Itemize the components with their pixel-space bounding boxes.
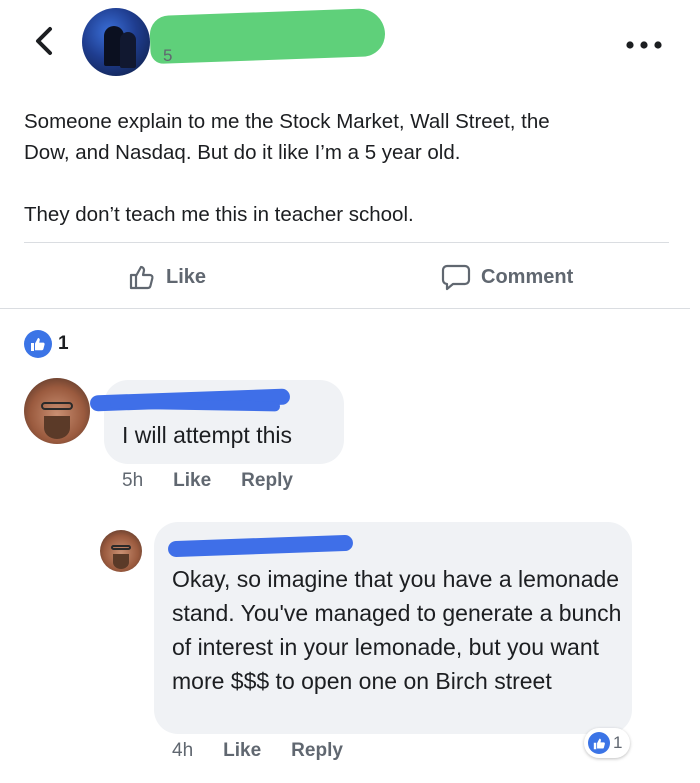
comment-reply-button[interactable]: Reply xyxy=(291,740,343,762)
comment-text: Okay, so imagine that you have a lemonad… xyxy=(172,566,622,694)
post-meta: 5 xyxy=(163,46,173,65)
more-options-button[interactable] xyxy=(626,36,662,49)
comment-like-button[interactable]: Like xyxy=(223,740,261,762)
comment-like-button[interactable]: Like xyxy=(173,470,211,492)
comment-meta: 4h Like Reply xyxy=(172,740,343,762)
comment-label: Comment xyxy=(481,265,574,288)
commenter-avatar[interactable] xyxy=(24,378,90,444)
thumbs-up-icon xyxy=(129,265,154,290)
comment-bubble-icon xyxy=(441,264,471,291)
chevron-left-icon xyxy=(36,27,52,55)
like-button[interactable]: Like xyxy=(128,260,206,294)
reaction-summary[interactable]: 1 xyxy=(24,330,69,358)
commenter-avatar[interactable] xyxy=(100,530,142,572)
more-dots-icon xyxy=(626,41,662,49)
comment-reply-button[interactable]: Reply xyxy=(241,470,293,492)
like-reaction-icon xyxy=(588,732,610,754)
comment-reaction-badge[interactable]: 1 xyxy=(584,728,631,758)
comment-meta: 5h Like Reply xyxy=(122,470,293,492)
divider xyxy=(24,242,669,243)
like-reaction-icon xyxy=(24,330,52,358)
comment-reaction-count: 1 xyxy=(613,733,623,752)
like-label: Like xyxy=(166,265,207,288)
comment-time: 5h xyxy=(122,470,144,491)
back-button[interactable] xyxy=(32,25,56,57)
author-name-redaction xyxy=(149,7,386,65)
divider xyxy=(0,308,690,309)
author-avatar[interactable] xyxy=(82,8,150,76)
comment-time: 4h xyxy=(172,740,194,761)
post-text: Someone explain to me the Stock Market, … xyxy=(24,110,550,226)
comment-text: I will attempt this xyxy=(122,422,292,448)
comment-button[interactable]: Comment xyxy=(441,260,573,294)
reaction-count: 1 xyxy=(58,333,69,354)
